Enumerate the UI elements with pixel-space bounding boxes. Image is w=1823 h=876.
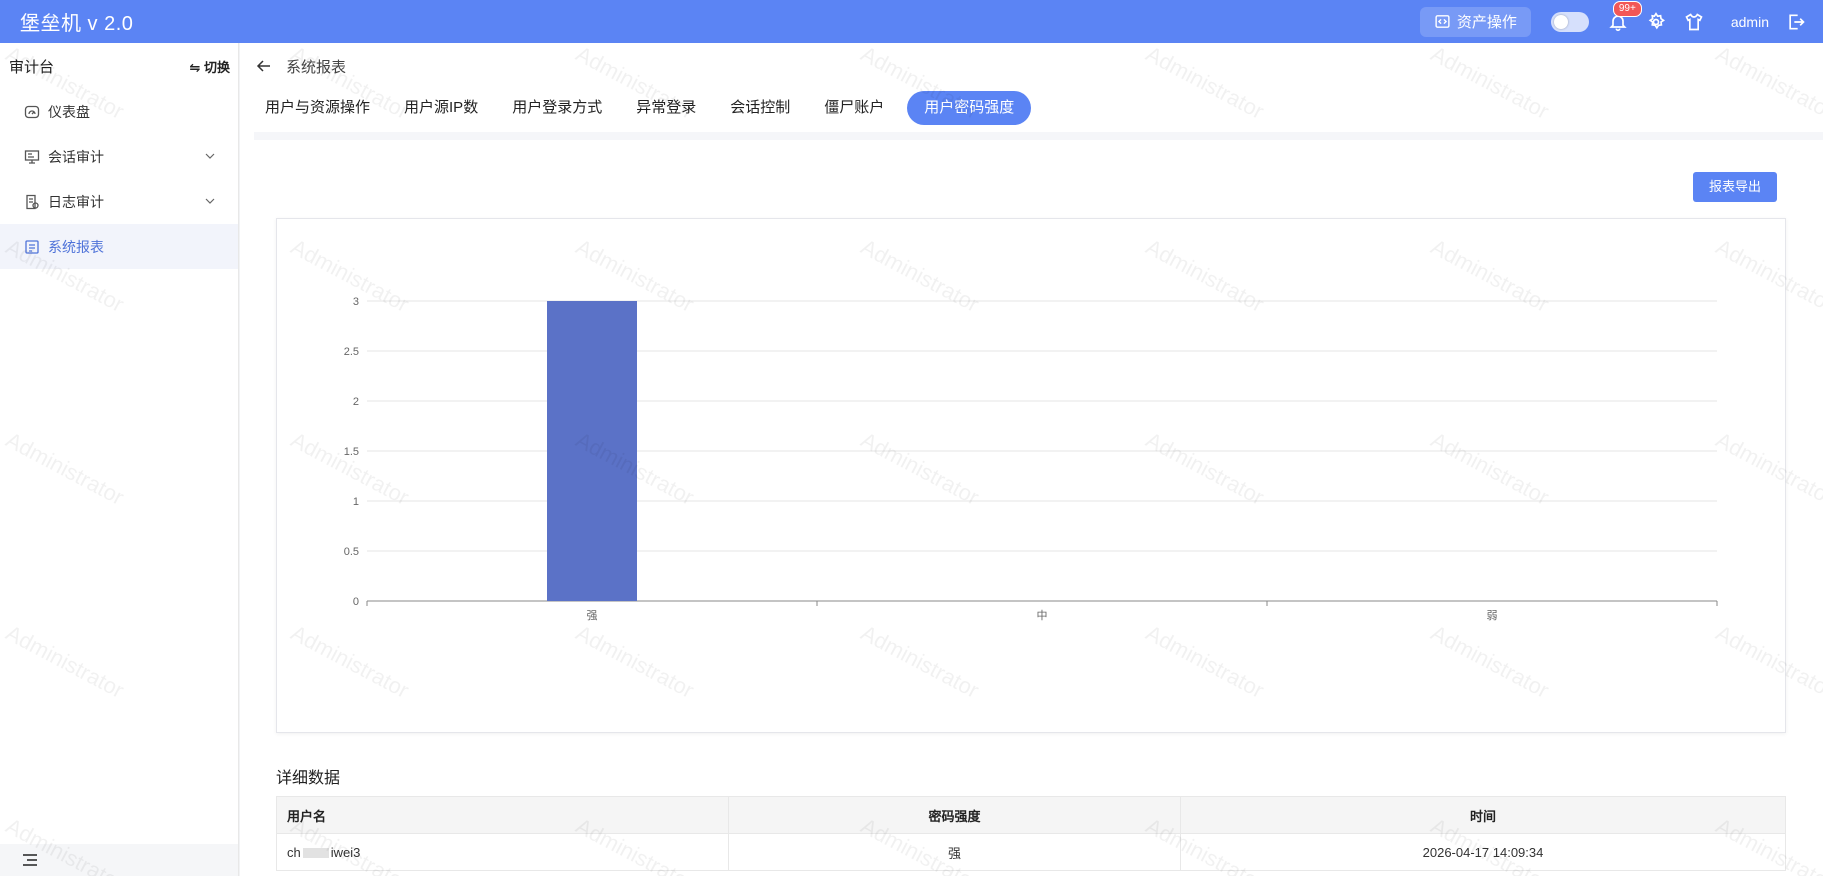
y-tick-label: 0.5 <box>344 546 359 558</box>
password-strength-chart: 0 0.5 1 1.5 2 2.5 3 强 中 弱 <box>276 218 1786 733</box>
column-header-strength: 密码强度 <box>728 796 1181 834</box>
report-tabs: 用户与资源操作 用户源IP数 用户登录方式 异常登录 会话控制 僵尸账户 用户密… <box>240 89 1823 127</box>
table-header-row: 用户名 密码强度 时间 <box>276 796 1786 834</box>
y-tick-label: 0 <box>353 596 359 608</box>
main-area: 系统报表 用户与资源操作 用户源IP数 用户登录方式 异常登录 会话控制 僵尸账… <box>240 43 1823 876</box>
notification-badge: 99+ <box>1612 0 1642 17</box>
table-row: ch iwei3 强 2026-04-17 14:09:34 <box>276 833 1786 871</box>
tab-user-source-ip[interactable]: 用户源IP数 <box>393 91 489 125</box>
sidebar: 审计台 ⇋ 切换 仪表盘 会话审计 日志审计 系统报表 <box>0 43 239 876</box>
sidebar-item-system-report[interactable]: 系统报表 <box>0 224 238 269</box>
cell-strength: 强 <box>728 833 1181 871</box>
sidebar-item-session-audit[interactable]: 会话审计 <box>0 134 238 179</box>
asset-operation-button[interactable]: 资产操作 <box>1419 6 1531 37</box>
y-tick-label: 2 <box>353 396 359 408</box>
logout-button[interactable] <box>1785 11 1807 33</box>
chevron-down-icon <box>205 198 215 204</box>
sidebar-item-label: 仪表盘 <box>48 103 90 120</box>
menu-collapse-icon[interactable] <box>22 853 38 867</box>
monitor-icon <box>24 149 40 165</box>
settings-button[interactable] <box>1645 11 1667 33</box>
top-bar: 堡垒机 v 2.0 资产操作 99+ admin <box>0 0 1823 43</box>
sidebar-item-log-audit[interactable]: 日志审计 <box>0 179 238 224</box>
sidebar-item-label: 日志审计 <box>48 193 104 210</box>
tab-user-resource-operation[interactable]: 用户与资源操作 <box>254 91 381 125</box>
skin-button[interactable] <box>1683 11 1705 33</box>
bar <box>547 301 637 601</box>
redaction-mask <box>302 848 329 859</box>
chevron-down-icon <box>205 153 215 159</box>
asset-operation-label: 资产操作 <box>1456 14 1517 31</box>
sidebar-title: 审计台 <box>9 58 55 76</box>
tab-password-strength[interactable]: 用户密码强度 <box>907 91 1032 125</box>
app-title: 堡垒机 v 2.0 <box>20 13 134 35</box>
sidebar-item-label: 系统报表 <box>48 238 104 255</box>
x-tick-label: 中 <box>1037 609 1048 622</box>
y-tick-label: 1 <box>353 496 359 508</box>
cell-username: ch iwei3 <box>276 833 729 871</box>
report-content: 报表导出 0 0.5 1 1.5 2 2.5 3 强 中 弱 详细数据 用户名 密码强度 时间 c… <box>254 132 1823 876</box>
cell-time: 2026-04-17 14:09:34 <box>1180 833 1786 871</box>
report-icon <box>24 239 40 255</box>
column-header-username: 用户名 <box>276 796 729 834</box>
username-prefix: ch <box>287 844 301 860</box>
y-tick-label: 1.5 <box>344 446 359 458</box>
logout-icon <box>1789 14 1805 29</box>
tab-abnormal-login[interactable]: 异常登录 <box>625 91 707 125</box>
username-suffix: iwei3 <box>330 844 361 860</box>
details-title: 详细数据 <box>276 770 341 787</box>
x-tick-label: 强 <box>587 610 598 622</box>
back-arrow-icon[interactable] <box>256 58 272 74</box>
y-tick-label: 3 <box>353 296 359 308</box>
tab-user-login-method[interactable]: 用户登录方式 <box>501 91 613 125</box>
username[interactable]: admin <box>1731 14 1769 30</box>
column-header-time: 时间 <box>1180 796 1786 834</box>
sidebar-header: 审计台 ⇋ 切换 <box>0 43 238 89</box>
log-icon <box>24 194 40 210</box>
page-title: 系统报表 <box>286 58 347 76</box>
sidebar-item-dashboard[interactable]: 仪表盘 <box>0 89 238 134</box>
dashboard-icon <box>24 104 40 120</box>
tab-zombie-account[interactable]: 僵尸账户 <box>813 91 895 125</box>
theme-toggle[interactable] <box>1550 11 1589 32</box>
details-table: 用户名 密码强度 时间 ch iwei3 强 2026-04-17 14:09:3… <box>276 796 1786 871</box>
bar-chart: 0 0.5 1 1.5 2 2.5 3 强 中 弱 <box>344 296 1718 622</box>
tshirt-icon <box>1685 12 1703 30</box>
switch-button[interactable]: ⇋ 切换 <box>189 57 230 76</box>
sidebar-item-label: 会话审计 <box>48 148 104 165</box>
sidebar-collapse-bar[interactable] <box>0 844 238 876</box>
export-report-button[interactable]: 报表导出 <box>1692 172 1777 202</box>
code-window-icon <box>1435 15 1450 28</box>
gear-icon <box>1648 11 1665 29</box>
tab-session-control[interactable]: 会话控制 <box>719 91 801 125</box>
breadcrumb: 系统报表 <box>240 43 1823 89</box>
header-actions: 资产操作 99+ admin <box>1419 0 1823 43</box>
notification-button[interactable]: 99+ <box>1607 0 1642 33</box>
x-tick-label: 弱 <box>1487 609 1498 622</box>
y-tick-label: 2.5 <box>344 346 359 358</box>
